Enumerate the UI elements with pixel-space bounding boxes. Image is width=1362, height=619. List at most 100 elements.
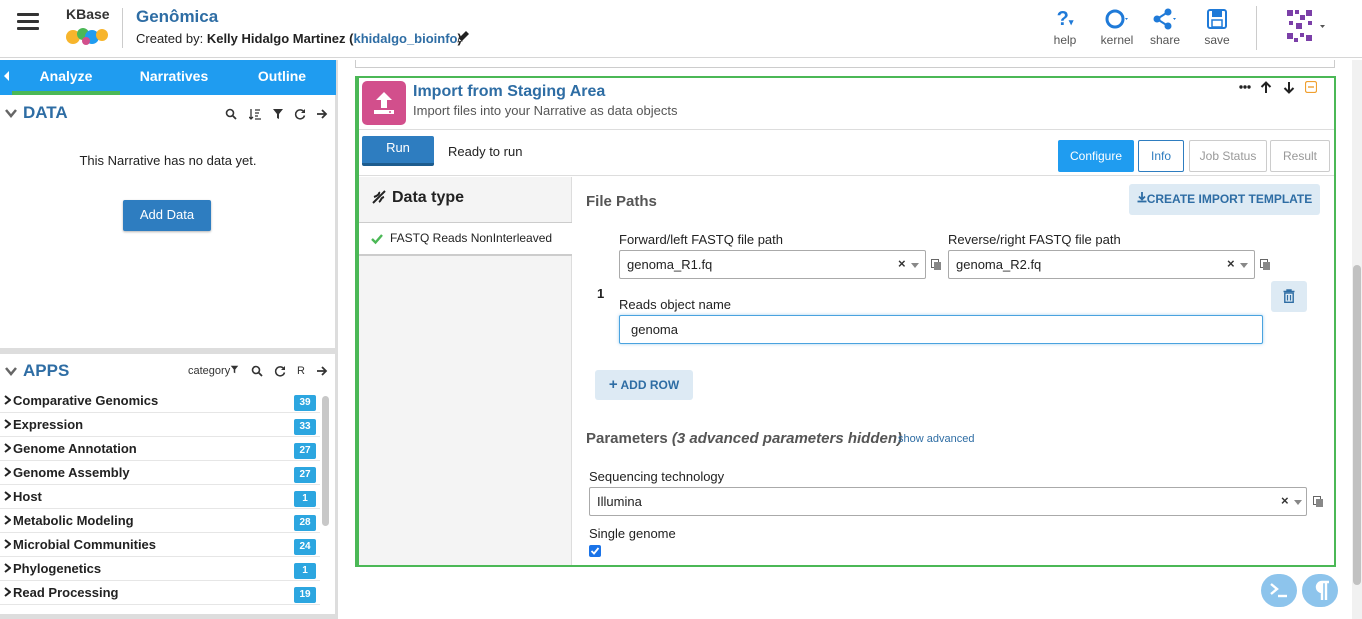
app-category-row[interactable]: Comparative Genomics 39 <box>0 389 320 413</box>
app-category-row[interactable]: Genome Annotation 27 <box>0 437 320 461</box>
chevron-right-icon <box>4 515 11 525</box>
save-button[interactable]: save <box>1195 8 1239 47</box>
tab-narratives[interactable]: Narratives <box>120 60 228 95</box>
apps-scrollbar[interactable] <box>322 396 329 526</box>
tab-result[interactable]: Result <box>1270 140 1330 172</box>
reads-name-value: genoma <box>631 322 678 337</box>
app-category-row[interactable]: Phylogenetics 1 <box>0 557 320 581</box>
upload-app-icon <box>362 81 406 125</box>
app-category-row[interactable]: Read Processing 19 <box>0 581 320 605</box>
app-category-row[interactable]: Genome Assembly 27 <box>0 461 320 485</box>
check-icon <box>371 234 383 245</box>
sort-icon[interactable] <box>249 108 261 120</box>
app-cell-header: Import from Staging Area Import files in… <box>359 78 1334 130</box>
reads-name-input[interactable]: genoma <box>619 315 1263 344</box>
data-type-item[interactable]: FASTQ Reads NonInterleaved <box>359 223 572 256</box>
filter-icon[interactable] <box>272 108 284 120</box>
author-name: Kelly Hidalgo Martinez <box>206 31 346 46</box>
chevron-right-icon <box>4 587 11 597</box>
run-button[interactable]: Run <box>362 136 434 166</box>
show-advanced-link[interactable]: show advanced <box>898 433 974 445</box>
app-category-name: Metabolic Modeling <box>13 513 134 528</box>
refresh-icon[interactable] <box>274 365 286 377</box>
narrative-title[interactable]: Genômica <box>136 7 218 27</box>
chevron-right-icon <box>4 443 11 453</box>
reverse-path-select[interactable]: genoma_R2.fq × <box>948 250 1255 279</box>
more-options-icon[interactable] <box>1239 85 1251 89</box>
data-type-title: Data type <box>392 189 465 206</box>
arrow-right-icon[interactable] <box>316 365 328 377</box>
app-category-row[interactable]: Metabolic Modeling 28 <box>0 509 320 533</box>
help-button[interactable]: ?▾ help <box>1043 7 1087 48</box>
arrow-up-icon[interactable] <box>1260 81 1272 94</box>
delete-row-button[interactable] <box>1271 281 1307 312</box>
forward-path-select[interactable]: genoma_R1.fq × <box>619 250 926 279</box>
tab-analyze[interactable]: Analyze <box>12 60 120 95</box>
dropdown-caret-icon[interactable] <box>911 263 919 268</box>
narrative-main: Import from Staging Area Import files in… <box>341 60 1362 619</box>
tab-configure[interactable]: Configure <box>1058 140 1134 172</box>
clear-icon[interactable]: × <box>1281 493 1289 508</box>
create-import-template-button[interactable]: CREATE IMPORT TEMPLATE <box>1129 184 1320 215</box>
chevron-down-icon[interactable] <box>5 107 17 119</box>
app-category-name: Phylogenetics <box>13 561 102 576</box>
add-row-button[interactable]: + ADD ROW <box>595 370 693 400</box>
search-icon[interactable] <box>251 365 263 377</box>
app-category-name: Expression <box>13 417 84 432</box>
copy-icon[interactable] <box>1260 259 1271 271</box>
side-panel-tabs: Analyze Narratives Outline <box>0 60 336 95</box>
chevron-down-icon[interactable] <box>5 365 17 377</box>
copy-icon[interactable] <box>1313 496 1324 508</box>
help-icon: ?▾ <box>1056 7 1074 30</box>
r-toggle[interactable]: R <box>297 365 305 377</box>
edit-pencil-icon[interactable] <box>456 30 470 44</box>
app-category-row[interactable]: Microbial Communities 24 <box>0 533 320 557</box>
data-type-panel: Data type FASTQ Reads NonInterleaved <box>359 177 572 565</box>
row-number: 1 <box>597 286 605 301</box>
kbase-logo[interactable]: KBase <box>64 6 112 46</box>
refresh-icon[interactable] <box>294 108 306 120</box>
single-genome-checkbox[interactable] <box>589 545 601 557</box>
app-cell-subtitle: Import files into your Narrative as data… <box>413 103 678 118</box>
terminal-button[interactable] <box>1261 574 1297 607</box>
app-category-row[interactable]: Expression 33 <box>0 413 320 437</box>
add-data-button[interactable]: Add Data <box>123 200 211 231</box>
arrow-right-icon[interactable] <box>316 108 328 120</box>
app-category-name: Genome Assembly <box>13 465 130 480</box>
seq-tech-select[interactable]: Illumina × <box>589 487 1307 516</box>
clear-icon[interactable]: × <box>898 256 906 271</box>
add-markdown-button[interactable] <box>1302 574 1338 607</box>
app-category-name: Microbial Communities <box>13 537 157 552</box>
share-button[interactable]: share <box>1143 8 1187 47</box>
header-divider <box>122 8 123 48</box>
category-filter[interactable]: category <box>188 365 239 377</box>
tab-info[interactable]: Info <box>1138 140 1184 172</box>
tab-outline[interactable]: Outline <box>228 60 336 95</box>
search-icon[interactable] <box>225 108 237 120</box>
dropdown-caret-icon[interactable] <box>1294 500 1302 505</box>
chevron-right-icon <box>4 467 11 477</box>
add-row-label: ADD ROW <box>620 378 680 392</box>
tab-job-status[interactable]: Job Status <box>1189 140 1267 172</box>
file-paths-title: File Paths <box>586 193 657 210</box>
arrow-down-icon[interactable] <box>1283 81 1295 94</box>
configure-panel: File Paths CREATE IMPORT TEMPLATE Forwar… <box>573 177 1334 565</box>
copy-icon[interactable] <box>931 259 942 271</box>
author-username-link[interactable]: khidalgo_bioinfo <box>354 31 458 46</box>
app-category-row[interactable]: Host 1 <box>0 485 320 509</box>
collapse-cell-icon[interactable] <box>1305 81 1317 93</box>
logo-graphic-icon <box>66 28 108 45</box>
dropdown-caret-icon[interactable] <box>1240 263 1248 268</box>
collapse-panel-icon[interactable] <box>4 71 9 81</box>
page-scrollbar-thumb[interactable] <box>1353 265 1361 585</box>
kernel-button[interactable]: kernel <box>1095 8 1139 47</box>
header-divider-right <box>1256 6 1257 50</box>
help-label: help <box>1053 33 1077 47</box>
clear-icon[interactable]: × <box>1227 256 1235 271</box>
panel-splitter[interactable] <box>0 348 336 354</box>
forward-path-value: genoma_R1.fq <box>627 257 713 272</box>
page-scrollbar[interactable] <box>1352 60 1362 619</box>
user-avatar-icon[interactable] <box>1286 9 1326 45</box>
app-category-list: Comparative Genomics 39 Expression 33 Ge… <box>0 389 320 605</box>
menu-icon[interactable] <box>17 13 39 33</box>
